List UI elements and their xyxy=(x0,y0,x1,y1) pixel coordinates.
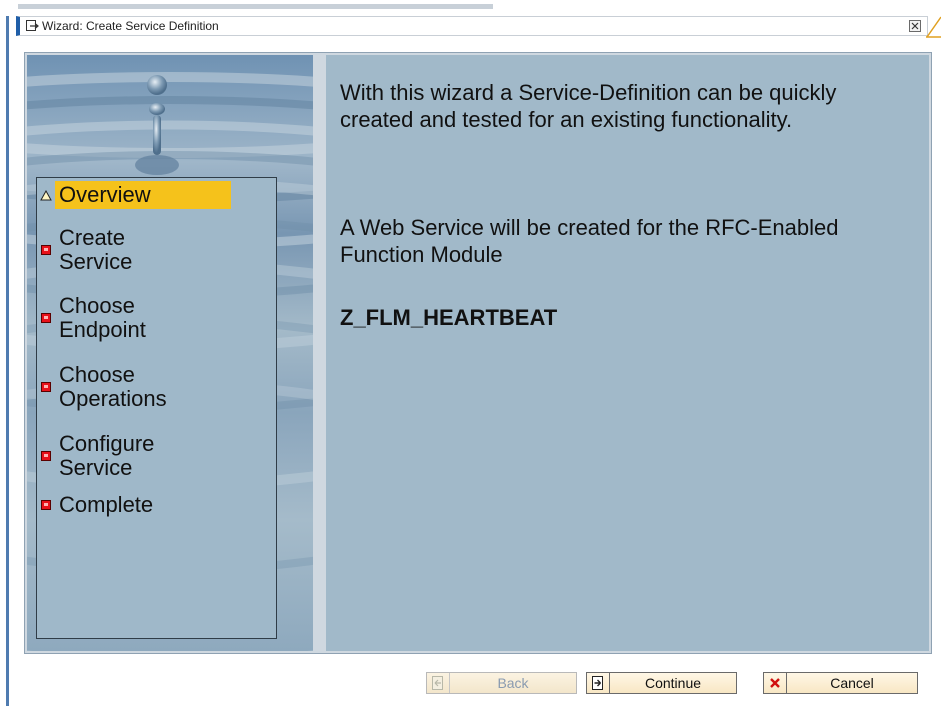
wizard-steps-panel: Overview Create Service Choose Endpoint … xyxy=(27,55,313,651)
cancel-x-icon xyxy=(764,673,787,693)
step-label: Overview xyxy=(55,181,231,209)
step-overview[interactable]: Overview xyxy=(37,181,277,209)
function-module-name: Z_FLM_HEARTBEAT xyxy=(340,305,558,330)
step-complete[interactable]: Complete xyxy=(37,490,277,520)
background-tab-line xyxy=(18,4,493,9)
warning-triangle-icon xyxy=(37,189,55,201)
step-choose-endpoint[interactable]: Choose Endpoint xyxy=(37,290,277,346)
close-icon[interactable] xyxy=(909,20,921,32)
step-configure-service[interactable]: Configure Service xyxy=(37,428,277,484)
back-icon xyxy=(427,673,450,693)
step-label: Complete xyxy=(59,492,154,517)
description-text: A Web Service will be created for the RF… xyxy=(340,215,839,267)
red-square-icon xyxy=(37,500,55,510)
cancel-label: Cancel xyxy=(830,675,874,691)
wizard-steps-list: Overview Create Service Choose Endpoint … xyxy=(36,177,277,639)
step-label: Configure Service xyxy=(59,431,155,480)
step-create-service[interactable]: Create Service xyxy=(37,222,277,278)
background-top-strip xyxy=(0,0,941,14)
red-square-icon xyxy=(37,313,55,323)
back-button[interactable]: Back xyxy=(426,672,577,694)
red-square-icon xyxy=(37,451,55,461)
continue-icon xyxy=(587,673,610,693)
dialog-titlebar[interactable]: Wizard: Create Service Definition xyxy=(16,16,928,36)
wizard-description-panel: With this wizard a Service-Definition ca… xyxy=(326,55,929,651)
step-label: Create Service xyxy=(59,225,133,274)
dialog-title: Wizard: Create Service Definition xyxy=(42,19,219,33)
cancel-button[interactable]: Cancel xyxy=(763,672,918,694)
step-choose-operations[interactable]: Choose Operations xyxy=(37,359,277,415)
wizard-dialog: Wizard: Create Service Definition Overvi… xyxy=(16,16,941,706)
red-square-icon xyxy=(37,245,55,255)
parent-window-edge xyxy=(6,16,9,706)
continue-label: Continue xyxy=(644,675,702,691)
step-label: Choose Operations xyxy=(59,362,167,411)
intro-text: With this wizard a Service-Definition ca… xyxy=(340,80,837,132)
wizard-content-frame: Overview Create Service Choose Endpoint … xyxy=(24,52,932,654)
titlebar-edge-decoration xyxy=(926,16,941,38)
wizard-window-icon xyxy=(26,20,39,31)
back-label: Back xyxy=(497,675,529,691)
red-square-icon xyxy=(37,382,55,392)
step-label: Choose Endpoint xyxy=(59,293,146,342)
continue-button[interactable]: Continue xyxy=(586,672,737,694)
